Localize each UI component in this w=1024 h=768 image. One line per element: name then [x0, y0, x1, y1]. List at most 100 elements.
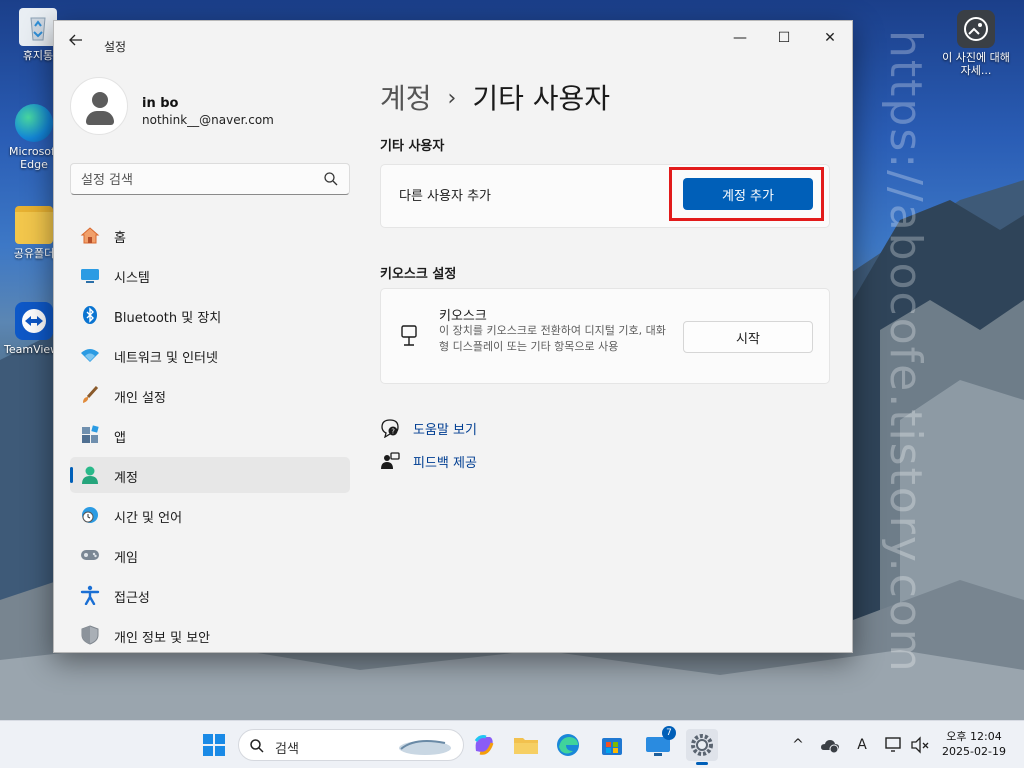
watermark: https://abocofe.tistory.com [880, 30, 931, 674]
account-icon [82, 466, 98, 484]
store-icon [602, 738, 622, 755]
kiosk-description: 이 장치를 키오스크로 전환하여 디지털 기호, 대화형 디스플레이 또는 기타… [439, 324, 666, 353]
sidebar-item-system[interactable]: 시스템 [70, 257, 350, 293]
gaming-icon [81, 550, 99, 560]
bluetooth-icon [83, 306, 97, 324]
sidebar-item-label: 개인 정보 및 보안 [114, 631, 211, 646]
tray-overflow-button[interactable]: ^ [786, 733, 810, 757]
active-indicator [696, 762, 708, 765]
copilot-button[interactable] [468, 729, 500, 761]
search-icon [250, 739, 264, 753]
home-icon [80, 227, 100, 244]
svg-text:?: ? [391, 428, 395, 436]
sidebar-item-home[interactable]: 홈 [70, 217, 350, 253]
section-heading-kiosk: 키오스크 설정 [380, 267, 457, 282]
search-input[interactable] [81, 170, 311, 190]
kiosk-icon [401, 325, 417, 346]
sidebar-item-network[interactable]: 네트워크 및 인터넷 [70, 337, 350, 373]
add-account-button[interactable]: 계정 추가 [683, 178, 813, 210]
breadcrumb-parent[interactable]: 계정 [380, 82, 432, 115]
remote-app-button[interactable]: 7 [642, 726, 676, 761]
taskbar: 검색 7 ^ A 오후 12:04 2025-02-19 [0, 720, 1024, 768]
search-icon [324, 172, 338, 186]
sidebar-item-label: 개인 설정 [114, 391, 166, 406]
sidebar-item-label: 시간 및 언어 [114, 511, 183, 526]
back-button[interactable] [64, 30, 88, 50]
clock-date: 2025-02-19 [942, 745, 1006, 758]
search-highlight-image [399, 740, 451, 755]
edge-icon [15, 104, 53, 142]
copilot-icon [474, 735, 494, 755]
apps-icon [82, 425, 99, 443]
brush-icon [83, 385, 99, 403]
user-name: in bo [142, 96, 179, 111]
accessibility-icon [80, 585, 100, 605]
sidebar-item-label: 홈 [114, 231, 126, 246]
sidebar-nav: 홈 시스템 Bluetooth 및 장치 네트워크 및 인터넷 개인 설정 앱 … [70, 217, 350, 652]
learn-about-picture-icon [957, 10, 995, 48]
shield-icon [81, 625, 99, 645]
system-icon [81, 269, 99, 283]
windows-logo-icon [203, 734, 225, 756]
sidebar-item-time-language[interactable]: 시간 및 언어 [70, 497, 350, 533]
notification-badge: 7 [662, 726, 676, 740]
tray-volume[interactable] [908, 733, 932, 757]
desktop-icon-label: 휴지통 [22, 49, 54, 62]
sidebar-item-personalization[interactable]: 개인 설정 [70, 377, 350, 413]
kiosk-title: 키오스크 [439, 309, 487, 324]
sidebar-item-label: 네트워크 및 인터넷 [114, 351, 218, 366]
sidebar-item-label: 게임 [114, 551, 138, 566]
sidebar-item-gaming[interactable]: 게임 [70, 537, 350, 573]
taskbar-clock[interactable]: 오후 12:04 2025-02-19 [936, 729, 1012, 759]
desktop-icon-label: Microsoft Edge [8, 145, 60, 171]
folder-icon [15, 206, 53, 244]
help-link[interactable]: 도움말 보기 [413, 419, 477, 438]
add-user-card: 다른 사용자 추가 계정 추가 [380, 164, 830, 228]
sidebar-item-label: 앱 [114, 431, 126, 446]
taskbar-search[interactable]: 검색 [238, 729, 464, 761]
user-email: nothink__@naver.com [142, 113, 274, 127]
ime-icon: A [857, 737, 867, 753]
sidebar-item-accessibility[interactable]: 접근성 [70, 577, 350, 613]
page-title: 기타 사용자 [472, 82, 611, 115]
main-content: 계정 › 기타 사용자 기타 사용자 다른 사용자 추가 계정 추가 키오스크 설정… [380, 21, 852, 652]
sidebar-item-label: 접근성 [114, 591, 150, 606]
avatar [70, 77, 128, 135]
file-explorer-button[interactable] [510, 729, 542, 761]
window-title: 설정 [104, 40, 127, 54]
help-icon: ? [381, 419, 399, 438]
avatar-head [92, 92, 108, 108]
section-heading-other-users: 기타 사용자 [380, 139, 445, 154]
start-button[interactable] [198, 729, 230, 761]
edge-button[interactable] [552, 729, 584, 761]
wifi-icon [81, 349, 99, 362]
tray-display[interactable] [882, 733, 906, 757]
settings-taskbar-button[interactable] [686, 729, 718, 765]
desktop-icon-learn-picture[interactable]: 이 사진에 대해 자세... [942, 10, 1010, 77]
clock-time: 오후 12:04 [946, 730, 1002, 743]
store-button[interactable] [596, 729, 628, 761]
teamviewer-icon [15, 302, 53, 340]
add-user-label: 다른 사용자 추가 [399, 189, 491, 204]
tray-ime[interactable]: A [850, 733, 874, 757]
edge-icon [557, 734, 579, 756]
sidebar-item-privacy[interactable]: 개인 정보 및 보안 [70, 617, 350, 652]
kiosk-start-button[interactable]: 시작 [683, 321, 813, 353]
breadcrumb: 계정 › 기타 사용자 [380, 77, 610, 117]
taskbar-search-label: 검색 [275, 742, 299, 757]
kiosk-card: 키오스크 이 장치를 키오스크로 전환하여 디지털 기호, 대화형 디스플레이 … [380, 288, 830, 384]
recycle-bin-icon [19, 8, 57, 46]
gear-icon [691, 734, 713, 756]
sidebar-item-apps[interactable]: 앱 [70, 417, 350, 453]
sidebar-item-accounts[interactable]: 계정 [70, 457, 350, 493]
feedback-icon [381, 452, 400, 469]
feedback-link[interactable]: 피드백 제공 [413, 452, 477, 471]
settings-search[interactable] [70, 163, 350, 195]
tray-onedrive[interactable] [818, 733, 842, 757]
sidebar-item-label: 계정 [114, 471, 138, 486]
time-language-icon [82, 507, 98, 523]
settings-window: 설정 — ☐ ✕ in bo nothink__@naver.com 홈 시스템… [53, 20, 853, 653]
volume-muted-icon [911, 736, 929, 754]
sidebar-item-bluetooth[interactable]: Bluetooth 및 장치 [70, 297, 350, 333]
monitor-icon [885, 737, 901, 752]
